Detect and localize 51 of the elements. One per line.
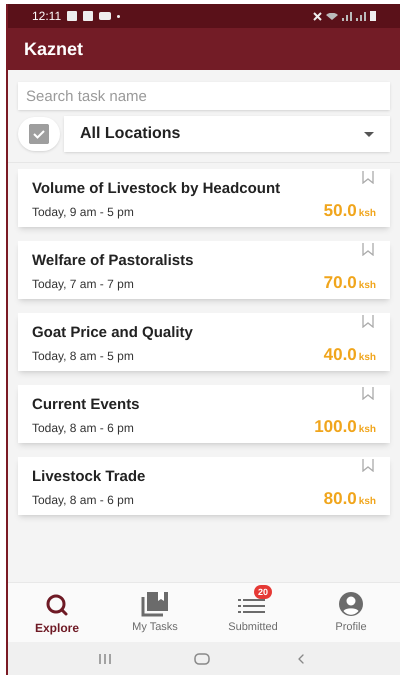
bookmark-icon[interactable] bbox=[362, 387, 374, 400]
mute-icon bbox=[313, 12, 322, 20]
home-icon[interactable] bbox=[194, 652, 210, 664]
task-card[interactable]: Current Events Today, 8 am - 6 pm 100.0 ksh bbox=[18, 385, 390, 443]
task-name: Current Events bbox=[32, 396, 141, 414]
notification-icon bbox=[67, 11, 78, 21]
bookmark-icon[interactable] bbox=[362, 243, 374, 256]
bookmark-icon[interactable] bbox=[362, 171, 374, 184]
wifi-icon bbox=[326, 12, 338, 20]
task-time: Today, 9 am - 5 pm bbox=[32, 204, 134, 221]
bookmark-icon[interactable] bbox=[362, 459, 374, 472]
task-time: Today, 7 am - 7 pm bbox=[32, 276, 134, 293]
task-name: Livestock Trade bbox=[32, 468, 146, 486]
task-reward: 70.0 ksh bbox=[324, 272, 376, 294]
search-icon bbox=[45, 592, 69, 616]
status-time: 12:11 bbox=[32, 8, 62, 25]
profile-icon bbox=[338, 591, 364, 618]
nav-tab[interactable]: Profile bbox=[302, 583, 400, 642]
signal-icon bbox=[342, 12, 352, 20]
task-time: Today, 8 am - 5 pm bbox=[32, 348, 134, 365]
task-reward: 50.0 ksh bbox=[324, 200, 376, 222]
search-field[interactable]: Search task name bbox=[18, 82, 390, 110]
task-time: Today, 8 am - 6 pm bbox=[32, 420, 134, 437]
location-checkbox[interactable] bbox=[18, 117, 60, 151]
recents-icon[interactable] bbox=[99, 652, 112, 664]
task-card[interactable]: Welfare of Pastoralists Today, 7 am - 7 pm 70.0 ksh bbox=[18, 241, 390, 299]
task-time: Today, 8 am - 6 pm bbox=[32, 492, 134, 509]
task-reward: 80.0 ksh bbox=[324, 488, 376, 510]
task-name: Volume of Livestock by Headcount bbox=[32, 180, 282, 198]
nav-tab[interactable]: Explore bbox=[8, 583, 106, 642]
signal-icon bbox=[356, 12, 366, 20]
location-dropdown[interactable]: All Locations bbox=[64, 116, 390, 152]
notification-icon bbox=[83, 11, 94, 21]
task-card[interactable]: Volume of Livestock by Headcount Today, 9 am - 5 pm 50.0 ksh bbox=[18, 169, 390, 227]
task-name: Welfare of Pastoralists bbox=[32, 252, 194, 270]
task-card[interactable]: Goat Price and Quality Today, 8 am - 5 pm 40.0 ksh bbox=[18, 313, 390, 371]
stacked-bookmark-icon bbox=[140, 591, 170, 618]
video-notification-icon bbox=[99, 12, 112, 20]
app-title: Kaznet bbox=[24, 38, 84, 60]
task-name: Goat Price and Quality bbox=[32, 324, 194, 342]
dropdown-caret-icon bbox=[364, 132, 374, 136]
task-card[interactable]: Livestock Trade Today, 8 am - 6 pm 80.0 ksh bbox=[18, 457, 390, 515]
nav-tab[interactable]: My Tasks bbox=[106, 583, 204, 642]
count-badge: 20 bbox=[254, 585, 272, 600]
nav-tab[interactable]: 20 Submitted bbox=[204, 583, 302, 642]
bookmark-icon[interactable] bbox=[362, 315, 374, 328]
task-reward: 100.0 ksh bbox=[314, 416, 376, 438]
battery-icon bbox=[370, 11, 376, 21]
task-reward: 40.0 ksh bbox=[324, 344, 376, 366]
check-icon bbox=[29, 124, 49, 144]
dot-icon bbox=[117, 14, 120, 18]
